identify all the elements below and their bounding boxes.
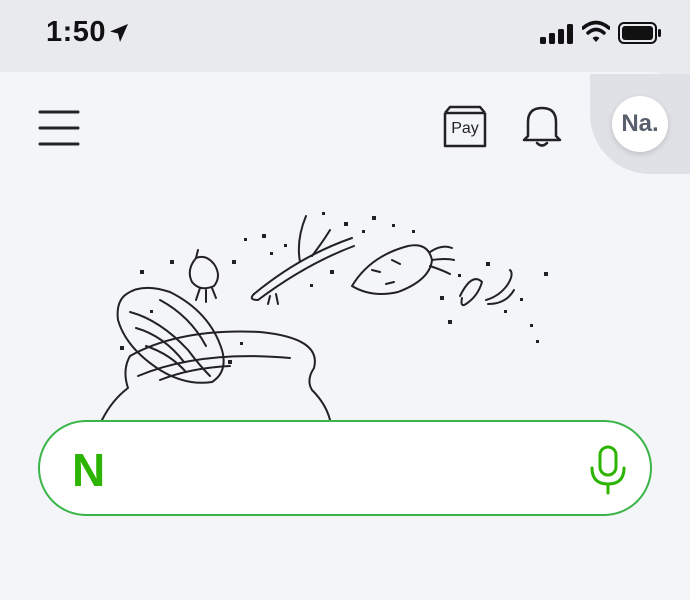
radish-graphic [351,244,455,295]
bell-icon[interactable] [520,102,564,148]
green-onion-graphic [250,215,355,305]
pay-label: Pay [451,120,479,137]
status-time: 1:50 [46,16,107,48]
sprinkle-dots [120,212,548,364]
location-arrow-icon [110,24,128,42]
search-input[interactable] [140,442,560,498]
cellular-signal-icon [540,24,573,44]
garlic-graphic [188,249,219,303]
battery-icon [618,22,661,44]
hamburger-menu-icon[interactable] [38,108,82,148]
shrimp-graphic [459,269,515,307]
user-avatar[interactable]: Na. [612,96,668,152]
microphone-icon[interactable] [584,444,632,496]
search-bar[interactable]: N [38,420,652,516]
pot-graphic [101,330,331,421]
status-bar: 1:50 [0,0,690,72]
pay-button[interactable]: Pay [442,104,488,150]
naver-home-screen: 1:50 Pay Na. N [0,0,690,600]
kimchi-ingredients-illustration [101,212,548,421]
wifi-icon [582,20,610,42]
naver-logo: N [72,444,106,496]
